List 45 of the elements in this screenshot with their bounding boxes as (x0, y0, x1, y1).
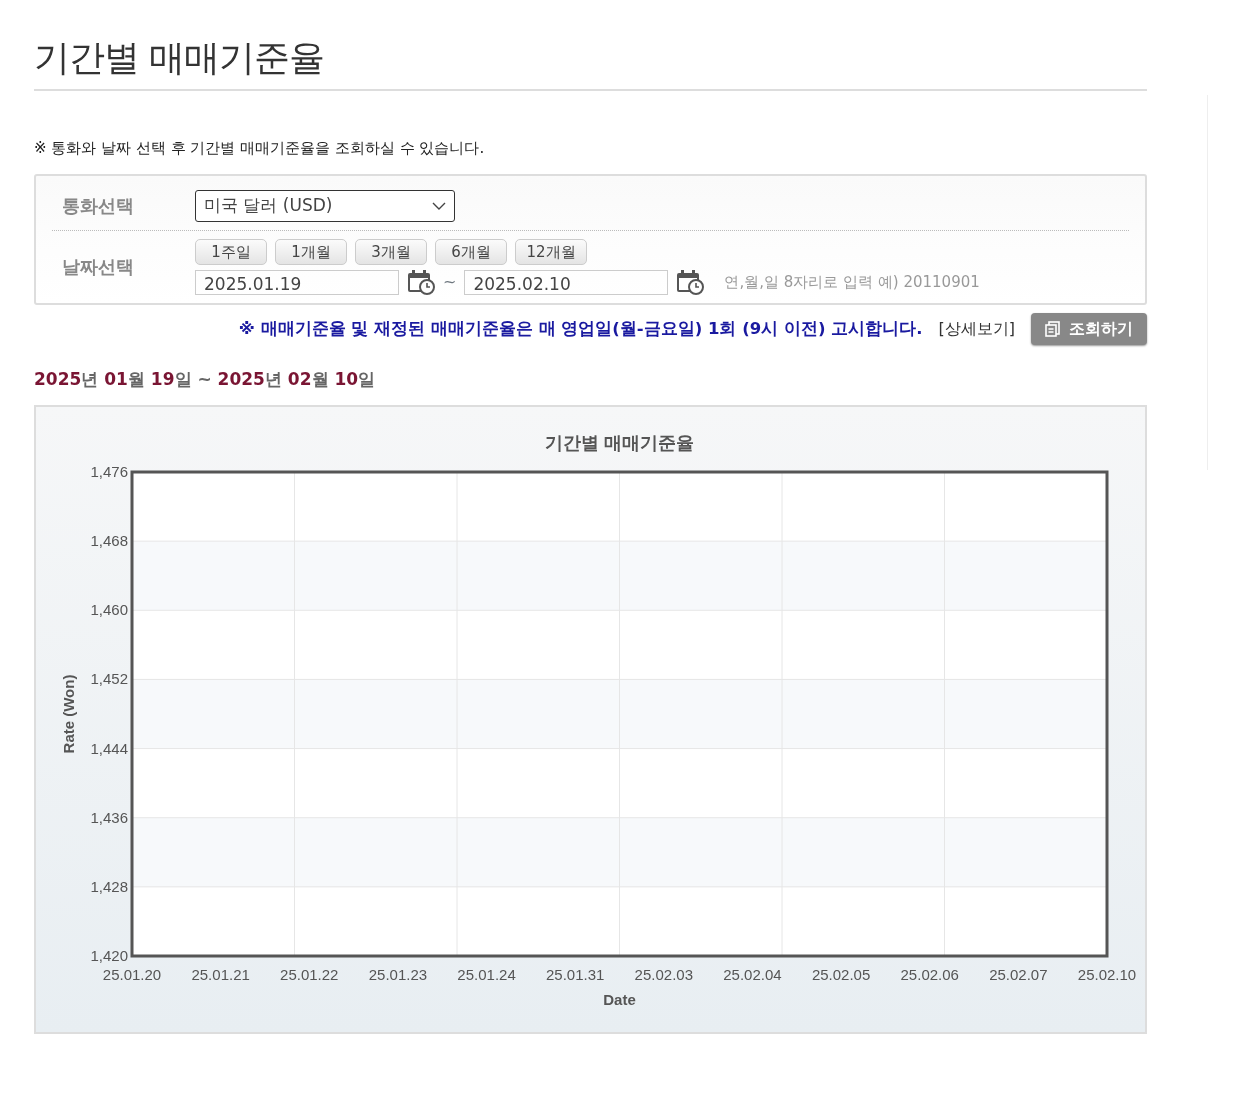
period-button[interactable]: 12개월 (515, 238, 587, 266)
y-axis-title: Rate (Won) (60, 674, 77, 754)
chart-title: 기간별 매매기준율 (545, 432, 694, 453)
x-tick-label: 25.02.03 (634, 965, 693, 983)
notice-text: ※ 통화와 날짜 선택 후 기간별 매매기준율을 조회하실 수 있습니다. (34, 138, 486, 160)
x-tick-label: 25.02.07 (989, 965, 1048, 983)
y-tick-label: 1,452 (90, 670, 128, 688)
y-tick-label: 1,436 (90, 808, 128, 826)
period-button[interactable]: 6개월 (435, 238, 507, 266)
announcement-text: ※ 매매기준율 및 재정된 매매기준율은 매 영업일(월-금요일) 1회 (9시 이전) 고시합니다. (238, 317, 923, 340)
tilde-text: ~ (443, 271, 457, 294)
x-axis-title: Date (603, 990, 636, 1008)
period-button[interactable]: 1개월 (275, 238, 347, 266)
y-tick-label: 1,460 (90, 600, 128, 618)
date-range-text: 2025년 01월 19일 ~ 2025년 02월 10일 (34, 368, 377, 392)
page-title: 기간별 매매기준율 (34, 36, 1147, 92)
calendar-icon[interactable] (407, 269, 435, 296)
date-input-field[interactable]: 2025.02.10 (464, 269, 669, 295)
x-tick-label: 25.01.31 (546, 965, 605, 983)
x-tick-label: 25.02.05 (811, 965, 871, 983)
calendar-icon[interactable] (676, 269, 705, 296)
y-tick-label: 1,428 (90, 877, 128, 895)
y-tick-label: 1,444 (90, 739, 128, 757)
hint-text: 연,월,일 8자리로 입력 예) 20110901 (724, 271, 980, 293)
x-tick-label: 25.02.06 (900, 965, 959, 983)
period-button[interactable]: 3개월 (355, 238, 427, 266)
x-tick-label: 25.01.23 (368, 965, 428, 983)
x-tick-label: 25.01.22 (280, 965, 339, 983)
search-button[interactable]: 조회하기 (1031, 313, 1147, 346)
x-tick-label: 25.02.04 (723, 965, 782, 983)
y-tick-label: 1,468 (90, 531, 128, 549)
currency-select[interactable]: 미국 달러 (USD) (195, 189, 455, 222)
field-label: 날짜선택 (61, 255, 135, 280)
date-input-field[interactable]: 2025.01.19 (195, 269, 399, 295)
x-tick-label: 25.01.20 (102, 965, 162, 983)
x-tick-label: 25.01.21 (191, 965, 250, 983)
period-button[interactable]: 1주일 (195, 238, 267, 266)
field-label: 통화선택 (61, 194, 135, 219)
x-tick-label: 25.02.10 (1077, 965, 1137, 983)
detail-link[interactable]: [상세보기] (938, 317, 1015, 342)
x-tick-label: 25.01.24 (457, 965, 516, 983)
document-icon (1045, 321, 1061, 338)
chevron-down-icon[interactable] (432, 201, 446, 210)
y-tick-label: 1,476 (90, 462, 128, 480)
y-tick-label: 1,420 (90, 946, 128, 964)
